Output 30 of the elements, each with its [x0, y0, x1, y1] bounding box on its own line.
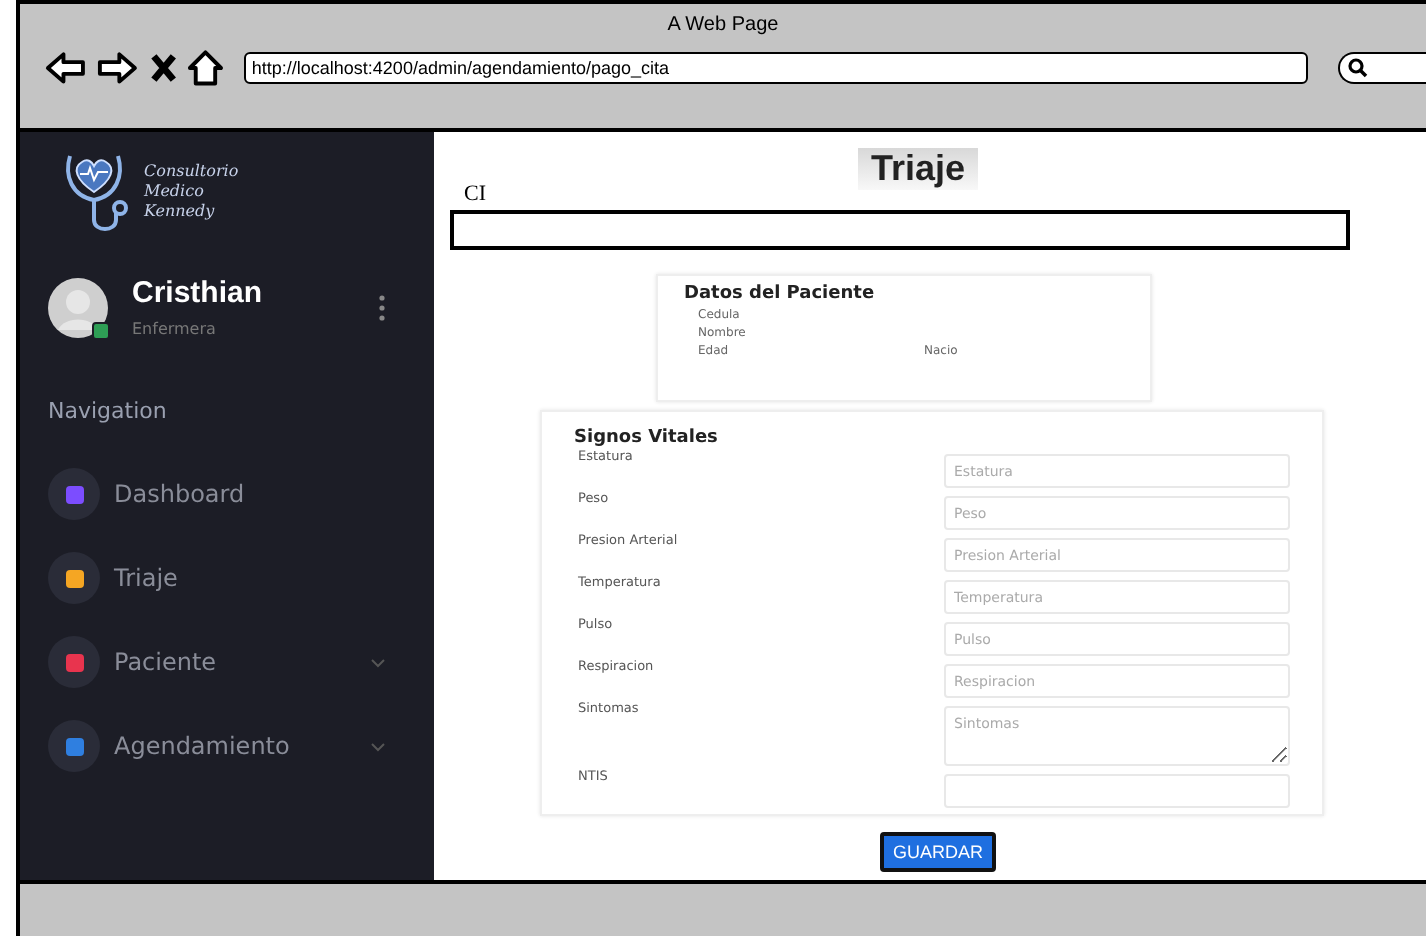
user-role: Enfermera — [132, 320, 218, 338]
nav-item[interactable]: Dashboard — [48, 468, 434, 520]
nav-item[interactable]: Agendamiento — [48, 720, 434, 772]
close-icon[interactable] — [149, 52, 177, 84]
logo-text: Kennedy — [144, 202, 217, 222]
more-icon[interactable] — [378, 293, 386, 321]
window-title: A Web Page — [667, 12, 779, 36]
menu-icon — [48, 636, 100, 688]
menu-icon — [48, 552, 100, 604]
url-field[interactable]: http://localhost:4200/admin/agendamiento/pago_cita — [243, 52, 1309, 84]
forward-icon[interactable] — [96, 50, 140, 86]
avatar — [48, 277, 108, 337]
save-button[interactable]: GUARDAR — [880, 832, 995, 872]
logo-text: Medico — [144, 182, 206, 202]
search-icon — [1348, 58, 1369, 78]
card-title: Datos del Paciente — [682, 284, 877, 304]
page-title: Triaje — [858, 148, 978, 190]
menu-icon — [48, 720, 100, 772]
back-icon[interactable] — [44, 50, 87, 86]
section-heading: Navigation — [48, 398, 169, 424]
nav-item[interactable]: Triaje — [48, 552, 434, 604]
input-field[interactable] — [450, 210, 1350, 250]
nav-item[interactable]: Paciente — [48, 636, 434, 688]
logo-text: Consultorio — [144, 162, 239, 182]
home-icon[interactable] — [186, 48, 226, 88]
user-name: Cristhian — [132, 276, 263, 310]
search-field[interactable] — [1338, 52, 1426, 84]
field-label: CI — [464, 182, 488, 206]
menu-icon — [48, 468, 100, 520]
card-title: Signos Vitales — [574, 428, 720, 448]
